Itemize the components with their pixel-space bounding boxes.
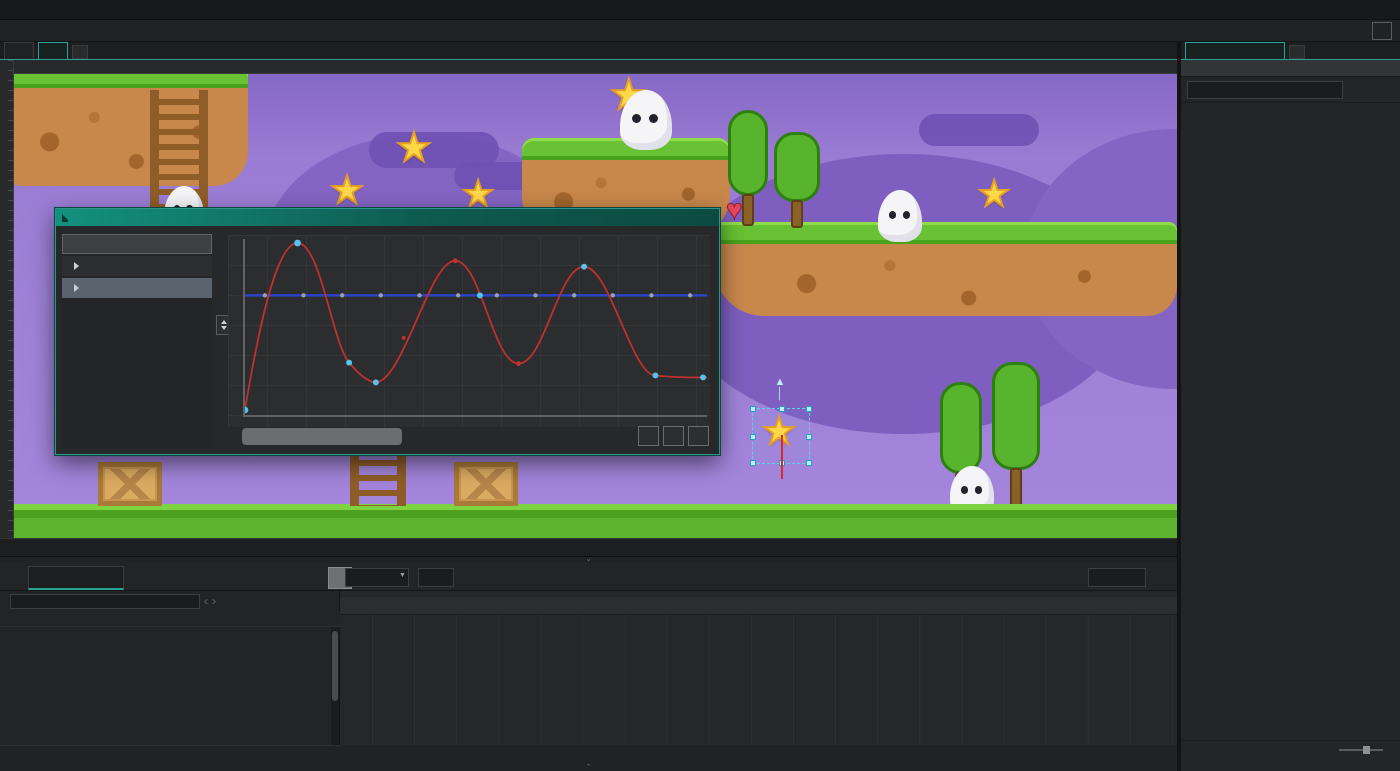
ghost-sprite xyxy=(620,90,672,150)
remove-keyframe-icon[interactable] xyxy=(268,567,292,589)
asset-search-box[interactable] xyxy=(1187,81,1343,99)
menubar xyxy=(0,0,1400,20)
sequence-length-input[interactable] xyxy=(1088,568,1146,587)
tab-sequence1[interactable] xyxy=(38,42,68,59)
channel-row-y[interactable] xyxy=(62,278,212,298)
star-sprite: ★ xyxy=(330,172,364,210)
star-sprite: ★ xyxy=(462,176,494,212)
curve-svg xyxy=(245,239,707,415)
main-toolbar xyxy=(0,20,1400,42)
timeline-lanes[interactable] xyxy=(340,615,1177,745)
timeline-ruler[interactable] xyxy=(340,597,1177,615)
sequence-tab[interactable] xyxy=(28,566,124,590)
fps-input[interactable] xyxy=(418,568,454,587)
curves-panel-header xyxy=(62,234,212,254)
asset-browser-panel xyxy=(1181,42,1400,771)
canvas-status-bar xyxy=(0,538,1177,556)
add-tab-button[interactable] xyxy=(72,45,88,59)
curve-window-titlebar[interactable] xyxy=(56,209,719,226)
curve-plot-area[interactable] xyxy=(243,239,707,417)
curve-window-footer xyxy=(228,426,709,448)
next-result-icon[interactable]: › xyxy=(212,594,216,608)
fit-view-icon[interactable] xyxy=(688,426,709,446)
add-asset-icon[interactable] xyxy=(1348,81,1360,99)
zoom-out-icon[interactable] xyxy=(638,426,659,446)
filter-funnel-icon[interactable] xyxy=(1365,81,1377,99)
asset-search-input[interactable] xyxy=(1196,84,1338,96)
heart-sprite: ♥ xyxy=(726,196,743,224)
star-sprite: ★ xyxy=(396,128,432,168)
window-corner-icon xyxy=(62,214,70,222)
add-tab-button[interactable] xyxy=(1289,45,1305,59)
prev-result-icon[interactable]: ‹ xyxy=(204,594,208,608)
graph-horizontal-scrollbar[interactable] xyxy=(242,428,402,445)
embedded-curve-window[interactable] xyxy=(55,208,720,455)
tab-assets[interactable] xyxy=(1185,42,1285,59)
panel-resize-grip[interactable]: ⌃ xyxy=(0,765,1177,771)
channel-row-x[interactable] xyxy=(62,256,212,276)
asset-tree xyxy=(1181,104,1400,748)
horizontal-ruler xyxy=(14,60,1177,74)
track-panel-scrollbar[interactable] xyxy=(331,627,339,745)
crate-sprite xyxy=(454,462,518,506)
chevron-right-icon[interactable] xyxy=(74,262,79,270)
workspace-tabs xyxy=(0,42,1177,60)
platform-top-left xyxy=(14,74,248,186)
sequence-toolbar: ▼ xyxy=(0,562,1177,591)
crate-sprite xyxy=(98,462,162,506)
chevron-right-icon[interactable] xyxy=(74,284,79,292)
move-gizmo-arrow[interactable]: ▲│ xyxy=(772,376,788,400)
star-sprite: ★ xyxy=(978,176,1010,212)
tab-workspace-1[interactable] xyxy=(4,42,34,59)
tree-zoom-slider[interactable] xyxy=(1339,749,1383,751)
target-manager-icon[interactable] xyxy=(1372,22,1392,40)
sequence-bottom-toolbar xyxy=(0,745,340,765)
vertical-ruler xyxy=(0,60,14,538)
chevron-down-icon[interactable]: ▼ xyxy=(399,572,406,579)
sequence-editor-panel: ⌄ ▼ ‹ › xyxy=(0,556,1177,771)
skip-to-end-icon[interactable] xyxy=(822,567,844,589)
platform-right xyxy=(714,222,1177,316)
curves-channel-panel xyxy=(62,234,212,448)
selection-gizmo[interactable]: ★ xyxy=(752,408,810,464)
play-icon[interactable] xyxy=(790,567,812,589)
track-search-input[interactable] xyxy=(10,594,200,609)
bg-cloud xyxy=(919,114,1039,146)
skip-to-start-icon[interactable] xyxy=(758,567,780,589)
prev-next-keyframe-icon[interactable] xyxy=(238,567,262,589)
add-keyframe-icon[interactable] xyxy=(298,567,322,589)
ground-platform xyxy=(14,504,1177,538)
tree-sprite xyxy=(992,362,1044,506)
tree-sprite xyxy=(774,132,824,230)
curve-graph[interactable] xyxy=(228,235,710,427)
zoom-in-icon[interactable] xyxy=(663,426,684,446)
selected-star-sprite[interactable]: ★ xyxy=(762,413,796,451)
timeline[interactable] xyxy=(340,591,1177,745)
hamburger-menu-icon[interactable] xyxy=(1382,81,1394,99)
track-panel: ‹ › xyxy=(0,591,340,745)
